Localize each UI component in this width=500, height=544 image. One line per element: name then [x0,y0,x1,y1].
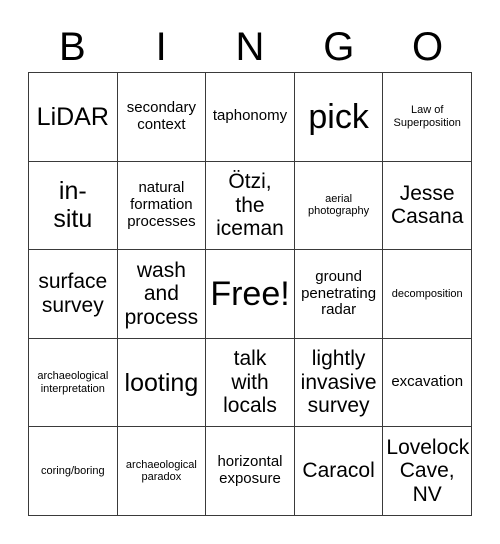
bingo-card: B I N G O LiDAR secondary context taphonom… [0,0,500,544]
bingo-cell-label: in- situ [53,177,93,234]
bingo-cell-r2c5[interactable]: Jesse Casana [383,161,472,251]
bingo-header-letter-i: I [155,25,167,69]
bingo-cell-label: archaeological interpretation [37,370,109,395]
bingo-cell-r2c2[interactable]: natural formation processes [117,161,207,251]
bingo-cell-r4c5[interactable]: excavation [383,338,472,428]
bingo-cell-label: Caracol [302,459,375,483]
bingo-cell-r4c3[interactable]: talk with locals [206,338,295,428]
bingo-cell-r5c1[interactable]: coring/boring [29,427,118,516]
bingo-cell-r5c2[interactable]: archaeological paradox [117,427,207,516]
bingo-header-letter-o: O [412,25,444,69]
bingo-cell-r1c4[interactable]: pick [294,73,384,162]
bingo-cell-label: natural formation processes [127,179,196,230]
bingo-header-letter-g: G [323,25,355,69]
bingo-cell-r3c1[interactable]: surface survey [29,250,118,339]
bingo-cell-r2c4[interactable]: aerial photography [294,161,384,251]
bingo-cell-r2c3[interactable]: Ötzi, the iceman [206,161,295,251]
bingo-cell-r1c2[interactable]: secondary context [117,73,207,162]
bingo-cell-label: ground penetrating radar [301,267,377,319]
bingo-cell-label: talk with locals [223,347,277,418]
bingo-cell-label: Jesse Casana [390,181,464,229]
bingo-cell-label: coring/boring [41,465,105,478]
bingo-cell-label: archaeological paradox [125,458,197,484]
bingo-cell-r4c1[interactable]: archaeological interpretation [29,338,118,428]
bingo-cell-label: Lovelock Cave, NV [386,435,470,506]
bingo-cell-label: LiDAR [36,102,109,131]
bingo-grid: LiDAR secondary context taphonomy pick Law o… [28,72,472,516]
bingo-cell-r3c2[interactable]: wash and process [117,250,207,339]
bingo-cell-r5c5[interactable]: Lovelock Cave, NV [383,427,472,516]
bingo-cell-r5c4[interactable]: Caracol [294,427,384,516]
bingo-header-letter-b: B [59,25,86,69]
bingo-cell-label: excavation [391,373,464,391]
bingo-cell-label: taphonomy [212,107,288,125]
bingo-cell-r4c4[interactable]: lightly invasive survey [294,338,384,428]
bingo-cell-r5c3[interactable]: horizontal exposure [206,427,295,516]
bingo-cell-r3c4[interactable]: ground penetrating radar [294,250,384,339]
bingo-header-letter-n: N [235,25,265,69]
bingo-cell-r3c5[interactable]: decomposition [383,250,472,339]
bingo-cell-r1c3[interactable]: taphonomy [206,73,295,162]
bingo-cell-r1c5[interactable]: Law of Superposition [383,73,472,162]
bingo-cell-r1c1[interactable]: LiDAR [29,73,118,162]
bingo-cell-label: surface survey [38,270,108,317]
bingo-cell-label: decomposition [391,287,463,300]
bingo-cell-label: secondary context [126,99,196,133]
bingo-cell-label: Ötzi, the iceman [216,170,284,241]
bingo-cell-label: pick [308,97,369,136]
bingo-cell-label: wash and process [124,258,199,329]
bingo-cell-label: Free! [210,274,290,313]
bingo-cell-label: looting [124,368,199,397]
bingo-cell-label: horizontal exposure [217,453,283,488]
bingo-header-row: B I N G O [28,22,472,72]
bingo-cell-r2c1[interactable]: in- situ [29,161,118,251]
bingo-cell-label: lightly invasive survey [300,347,377,418]
bingo-cell-label: aerial photography [308,193,370,218]
bingo-cell-label: Law of Superposition [393,104,461,129]
bingo-cell-r3c3[interactable]: Free! [206,250,295,339]
bingo-cell-r4c2[interactable]: looting [117,338,207,428]
